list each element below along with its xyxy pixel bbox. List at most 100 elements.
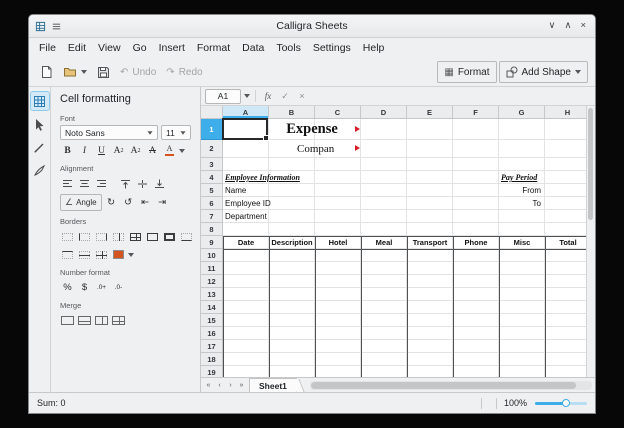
cell-A13[interactable] — [223, 288, 269, 301]
cell-H4[interactable] — [545, 171, 586, 184]
cell-F13[interactable] — [453, 288, 499, 301]
column-header-G[interactable]: G — [499, 106, 545, 119]
border-thick-outline-button[interactable] — [162, 229, 177, 244]
cell-H1[interactable] — [545, 119, 586, 140]
cell-D10[interactable] — [361, 249, 407, 262]
rotate-ccw-button[interactable]: ↺ — [121, 195, 136, 210]
increase-precision-button[interactable]: .0+ — [94, 280, 109, 295]
cell-C11[interactable] — [315, 262, 361, 275]
calligraphy-tool-button[interactable] — [31, 161, 49, 179]
save-button[interactable] — [93, 62, 114, 82]
border-inner-button[interactable] — [94, 247, 109, 262]
column-header-C[interactable]: C — [315, 106, 361, 119]
border-horizontal-button[interactable] — [77, 247, 92, 262]
merge-cells-button[interactable] — [60, 313, 75, 328]
cell-A4[interactable] — [223, 171, 269, 184]
column-header-D[interactable]: D — [361, 106, 407, 119]
cell-B7[interactable] — [269, 210, 315, 223]
cell-C6[interactable] — [315, 197, 361, 210]
row-header-8[interactable]: 8 — [201, 223, 223, 236]
new-document-button[interactable] — [36, 62, 57, 82]
cell-E15[interactable] — [407, 314, 453, 327]
cell-D2[interactable] — [361, 140, 407, 158]
cancel-formula-button[interactable]: × — [295, 89, 309, 103]
zoom-slider-handle[interactable] — [562, 399, 570, 407]
cell-G5[interactable] — [499, 184, 545, 197]
cell-A17[interactable] — [223, 340, 269, 353]
border-right-button[interactable] — [94, 229, 109, 244]
cell-G15[interactable] — [499, 314, 545, 327]
add-shape-button[interactable]: Add Shape — [499, 61, 589, 83]
cell-B6[interactable] — [269, 197, 315, 210]
cell-C18[interactable] — [315, 353, 361, 366]
cell-F10[interactable] — [453, 249, 499, 262]
cell-A16[interactable] — [223, 327, 269, 340]
currency-format-button[interactable]: $ — [77, 280, 92, 295]
column-header-F[interactable]: F — [453, 106, 499, 119]
cell-H14[interactable] — [545, 301, 586, 314]
cell-H11[interactable] — [545, 262, 586, 275]
row-header-10[interactable]: 10 — [201, 249, 223, 262]
open-document-chevron-icon[interactable] — [81, 70, 87, 74]
cell-D18[interactable] — [361, 353, 407, 366]
menu-item-edit[interactable]: Edit — [62, 40, 92, 56]
cell-E8[interactable] — [407, 223, 453, 236]
underline-button[interactable]: U — [94, 143, 109, 158]
cell-B11[interactable] — [269, 262, 315, 275]
format-button[interactable]: ▦ Format — [437, 61, 496, 83]
cell-D17[interactable] — [361, 340, 407, 353]
cell-B16[interactable] — [269, 327, 315, 340]
cell-B8[interactable] — [269, 223, 315, 236]
shape-select-tool-button[interactable] — [31, 115, 49, 133]
cell-G10[interactable] — [499, 249, 545, 262]
cell-F14[interactable] — [453, 301, 499, 314]
cell-B18[interactable] — [269, 353, 315, 366]
menu-item-settings[interactable]: Settings — [307, 40, 357, 56]
cell-reference-chevron-icon[interactable] — [244, 94, 250, 98]
cell-E5[interactable] — [407, 184, 453, 197]
tab-sheet1[interactable]: Sheet1 — [249, 378, 297, 392]
menu-item-go[interactable]: Go — [127, 40, 153, 56]
border-vertical-button[interactable] — [111, 229, 126, 244]
cell-D13[interactable] — [361, 288, 407, 301]
cell-C15[interactable] — [315, 314, 361, 327]
cell-C16[interactable] — [315, 327, 361, 340]
increase-indent-button[interactable]: ⇥ — [155, 195, 170, 210]
cell-F19[interactable] — [453, 366, 499, 377]
cell-tool-button[interactable] — [31, 92, 49, 110]
apply-formula-button[interactable]: ✓ — [278, 89, 292, 103]
spreadsheet-grid[interactable]: ABCDEFGH12345678910111213141516171819 Ex… — [201, 106, 586, 377]
cell-H2[interactable] — [545, 140, 586, 158]
cell-D6[interactable] — [361, 197, 407, 210]
column-header-H[interactable]: H — [545, 106, 586, 119]
cell-G3[interactable] — [499, 158, 545, 171]
cell-B2[interactable] — [269, 140, 315, 158]
cell-E16[interactable] — [407, 327, 453, 340]
cell-H15[interactable] — [545, 314, 586, 327]
cell-G6[interactable] — [499, 197, 545, 210]
column-header-E[interactable]: E — [407, 106, 453, 119]
cell-A12[interactable] — [223, 275, 269, 288]
cell-C7[interactable] — [315, 210, 361, 223]
column-header-A[interactable]: A — [223, 106, 269, 119]
cell-C5[interactable] — [315, 184, 361, 197]
row-header-2[interactable]: 2 — [201, 140, 223, 158]
cell-B17[interactable] — [269, 340, 315, 353]
horizontal-scrollbar[interactable] — [310, 381, 592, 390]
cell-B9[interactable] — [269, 236, 315, 249]
cell-A6[interactable] — [223, 197, 269, 210]
superscript-button[interactable]: A2 — [111, 143, 126, 158]
align-left-button[interactable] — [60, 176, 75, 191]
cell-G1[interactable] — [499, 119, 545, 140]
border-bottom-button[interactable] — [179, 229, 194, 244]
cell-H8[interactable] — [545, 223, 586, 236]
menu-item-insert[interactable]: Insert — [153, 40, 191, 56]
cell-C8[interactable] — [315, 223, 361, 236]
cell-E6[interactable] — [407, 197, 453, 210]
cell-F6[interactable] — [453, 197, 499, 210]
cell-H19[interactable] — [545, 366, 586, 377]
menu-item-help[interactable]: Help — [357, 40, 391, 56]
cell-F4[interactable] — [453, 171, 499, 184]
align-top-button[interactable] — [118, 176, 133, 191]
row-header-15[interactable]: 15 — [201, 314, 223, 327]
